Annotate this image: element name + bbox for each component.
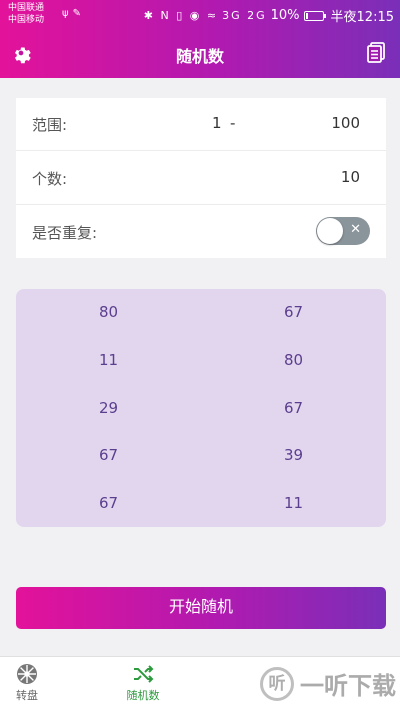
result-cell: 29: [98, 399, 119, 417]
close-icon: ✕: [350, 222, 361, 237]
watermark-text: 一听下载: [300, 672, 396, 700]
carrier-info: 中国联通 中国移动: [8, 2, 44, 26]
battery-icon: [303, 10, 326, 21]
result-cell: 39: [283, 446, 304, 464]
result-cell: 67: [98, 446, 119, 464]
result-cell: 80: [98, 303, 119, 321]
tab-wheel[interactable]: 转盘: [0, 663, 67, 703]
tab-random-number-label: 随机数: [126, 689, 160, 702]
repeat-label: 是否重复:: [32, 224, 98, 242]
range-label: 范围:: [32, 116, 68, 134]
tab-wheel-label: 转盘: [16, 689, 38, 702]
signal-labels: 3G 2G: [222, 9, 267, 22]
result-cell: 11: [98, 351, 119, 369]
clock: 半夜12:15: [330, 10, 394, 25]
connectivity-icons: ✱ N ▯ ◉ ≈: [143, 9, 219, 22]
shuffle-icon: [134, 665, 154, 683]
notification-icons: ψ✎: [62, 8, 85, 19]
watermark: 听 一听下载: [260, 666, 396, 701]
battery-fill: [305, 12, 308, 19]
status-right: ✱ N ▯ ◉ ≈ 3G 2G 10% 半夜12:15: [144, 6, 394, 25]
result-cell: 67: [283, 399, 304, 417]
count-value[interactable]: 10: [341, 168, 360, 186]
wheel-icon: [17, 664, 37, 684]
start-random-button[interactable]: 开始随机: [16, 587, 386, 629]
results-panel: 80 67 11 80 29 67 67 39 67 11: [16, 289, 386, 527]
count-row[interactable]: 个数: 10: [16, 152, 386, 205]
count-label: 个数:: [32, 170, 68, 188]
repeat-toggle[interactable]: ✕: [316, 217, 370, 245]
result-cell: 67: [98, 494, 119, 512]
notification-icon: ✎: [72, 8, 85, 19]
usb-icon: ψ: [62, 8, 73, 19]
document-icon[interactable]: [366, 42, 386, 64]
status-bar: 中国联通 中国移动 ψ✎ ✱ N ▯ ◉ ≈ 3G 2G 10% 半夜12:15: [0, 0, 400, 30]
toggle-knob: [317, 218, 343, 244]
carrier-2: 中国移动: [8, 15, 45, 25]
settings-card: 范围: 1 - 100 个数: 10 是否重复: ✕: [16, 98, 386, 258]
app-bar: 随机数: [0, 30, 400, 78]
range-max[interactable]: 100: [331, 114, 360, 132]
carrier-1: 中国联通: [8, 3, 45, 13]
tab-random-number[interactable]: 随机数: [103, 663, 183, 703]
range-row[interactable]: 范围: 1 - 100: [16, 98, 386, 151]
repeat-row: 是否重复: ✕: [16, 206, 386, 259]
result-cell: 80: [283, 351, 304, 369]
result-cell: 11: [283, 494, 304, 512]
range-min[interactable]: 1: [212, 114, 222, 132]
range-separator: -: [230, 114, 236, 132]
result-cell: 67: [283, 303, 304, 321]
watermark-logo: 听: [260, 666, 294, 701]
battery-percent: 10%: [270, 8, 300, 23]
page-title: 随机数: [175, 47, 224, 66]
